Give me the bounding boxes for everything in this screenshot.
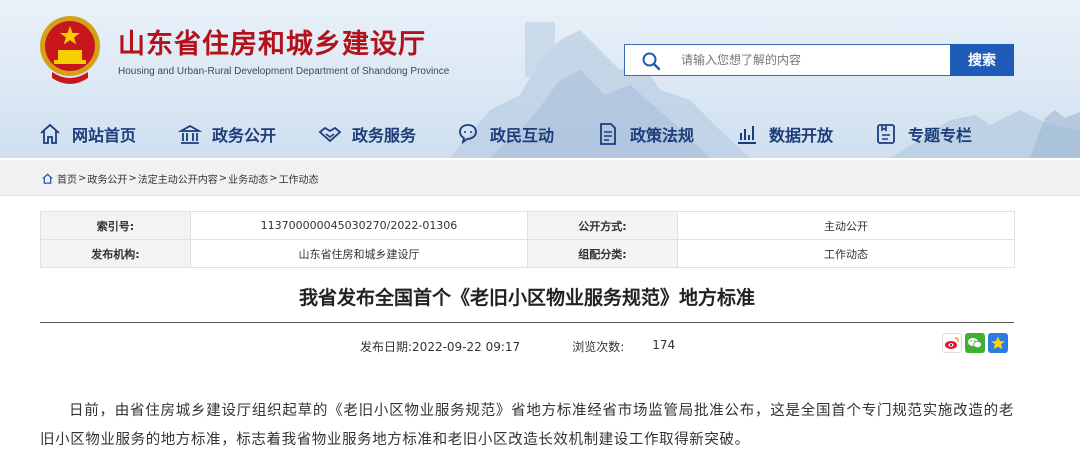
breadcrumb-separator: > — [218, 173, 228, 184]
index-number-value: 113700000045030270/2022-01306 — [190, 211, 528, 240]
category-value: 工作动态 — [677, 239, 1015, 268]
site-subtitle: Housing and Urban-Rural Development Depa… — [118, 66, 450, 77]
views-count: 174 — [652, 338, 676, 352]
home-icon — [42, 173, 53, 184]
search-button[interactable]: 搜索 — [950, 44, 1014, 76]
national-emblem-icon — [40, 16, 100, 84]
handshake-icon — [318, 126, 342, 143]
nav-item-topics[interactable]: 专题专栏 — [874, 120, 972, 148]
breadcrumb-separator: > — [78, 173, 87, 184]
publisher-value: 山东省住房和城乡建设厅 — [190, 239, 528, 268]
document-icon — [600, 123, 616, 145]
nav-item-label: 政务公开 — [212, 126, 277, 145]
title-divider — [40, 322, 1014, 323]
nav-item-label: 数据开放 — [769, 126, 834, 145]
home-icon — [40, 123, 60, 144]
nav-item-interaction[interactable]: 政民互动 — [456, 120, 554, 148]
breadcrumb-bar: 首页 > 政务公开 > 法定主动公开内容 > 业务动态 > 工作动态 — [0, 160, 1080, 196]
nav-item-services[interactable]: 政务服务 — [318, 120, 416, 148]
nav-item-open-data[interactable]: 数据开放 — [735, 120, 833, 148]
article-meta: 发布日期:2022-09-22 09:17 浏览次数: 174 — [360, 338, 675, 355]
publisher-label: 发布机构: — [40, 239, 191, 268]
breadcrumb-item-work-news[interactable]: 工作动态 — [279, 171, 319, 186]
index-number-label: 索引号: — [40, 211, 191, 240]
breadcrumb-separator: > — [269, 173, 278, 184]
weibo-icon[interactable] — [942, 333, 962, 353]
topic-icon — [877, 124, 895, 144]
government-building-icon — [178, 124, 202, 144]
table-row: 索引号: 113700000045030270/2022-01306 公开方式:… — [40, 211, 1015, 240]
category-label: 组配分类: — [527, 239, 678, 268]
breadcrumb-item-statutory-disclosure[interactable]: 法定主动公开内容 — [138, 171, 218, 186]
table-row: 发布机构: 山东省住房和城乡建设厅 组配分类: 工作动态 — [40, 239, 1015, 268]
nav-item-label: 政民互动 — [490, 126, 555, 145]
disclosure-method-value: 主动公开 — [677, 211, 1015, 240]
document-info-table: 索引号: 113700000045030270/2022-01306 公开方式:… — [40, 211, 1015, 268]
site-title[interactable]: 山东省住房和城乡建设厅 — [118, 22, 426, 61]
search-box — [624, 44, 950, 76]
search-input[interactable] — [681, 45, 941, 75]
article-title: 我省发布全国首个《老旧小区物业服务规范》地方标准 — [298, 287, 755, 309]
favorite-star-icon[interactable] — [988, 333, 1008, 353]
wechat-icon[interactable] — [965, 333, 985, 353]
bar-chart-icon — [738, 126, 756, 144]
breadcrumb-item-government-affairs[interactable]: 政务公开 — [87, 171, 127, 186]
disclosure-method-label: 公开方式: — [527, 211, 678, 240]
breadcrumb-item-home[interactable]: 首页 — [57, 171, 77, 186]
main-nav: 网站首页 政务公开 政务服务 政民互动 政策法规 数据开放 专题专栏 — [0, 114, 1080, 154]
share-buttons — [942, 333, 1008, 353]
search-icon[interactable] — [641, 51, 661, 71]
nav-item-label: 网站首页 — [72, 126, 137, 145]
views-label: 浏览次数: — [572, 340, 625, 354]
article-body: 日前，由省住房城乡建设厅组织起草的《老旧小区物业服务规范》省地方标准经省市场监管… — [40, 403, 1014, 448]
nav-item-label: 专题专栏 — [908, 126, 973, 145]
nav-item-home[interactable]: 网站首页 — [38, 120, 136, 148]
nav-item-label: 政务服务 — [352, 126, 417, 145]
nav-item-government-affairs[interactable]: 政务公开 — [178, 120, 276, 148]
breadcrumb-item-business-news[interactable]: 业务动态 — [228, 171, 268, 186]
breadcrumb-separator: > — [128, 173, 137, 184]
publish-date: 发布日期:2022-09-22 09:17 — [360, 340, 521, 354]
site-header: 山东省住房和城乡建设厅 Housing and Urban-Rural Deve… — [0, 0, 1080, 158]
nav-item-label: 政策法规 — [630, 126, 695, 145]
breadcrumb: 首页 > 政务公开 > 法定主动公开内容 > 业务动态 > 工作动态 — [42, 171, 319, 186]
chat-icon — [459, 124, 477, 145]
nav-item-policy[interactable]: 政策法规 — [596, 120, 694, 148]
